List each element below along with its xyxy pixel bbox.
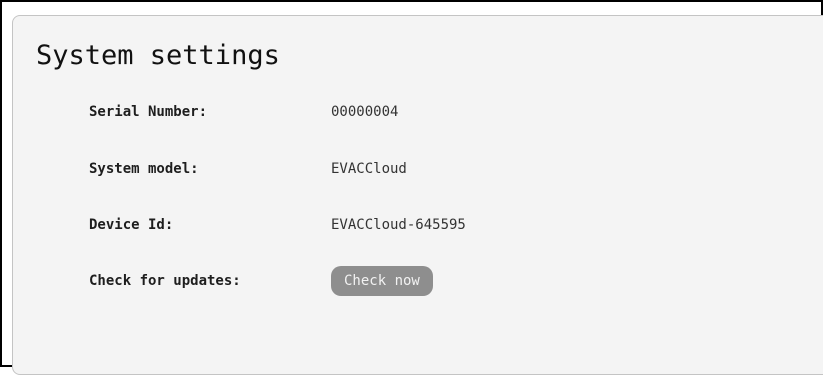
serial-number-label: Serial Number: — [89, 104, 208, 120]
device-id-label: Device Id: — [89, 217, 174, 233]
check-now-button[interactable]: Check now — [331, 266, 433, 296]
page-title: System settings — [36, 40, 280, 71]
system-model-row: System model: EVACCloud — [89, 157, 407, 181]
serial-number-value: 00000004 — [331, 104, 399, 120]
check-updates-label: Check for updates: — [89, 273, 241, 289]
serial-number-row: Serial Number: 00000004 — [89, 100, 398, 124]
device-id-value: EVACCloud-645595 — [331, 217, 466, 233]
device-id-row: Device Id: EVACCloud-645595 — [89, 213, 466, 237]
system-model-value: EVACCloud — [331, 161, 407, 177]
screenshot-frame: System settings Serial Number: 00000004 … — [0, 0, 823, 375]
system-settings-panel: System settings — [12, 15, 823, 375]
system-model-label: System model: — [89, 161, 199, 177]
check-updates-row: Check for updates: Check now — [89, 266, 433, 296]
